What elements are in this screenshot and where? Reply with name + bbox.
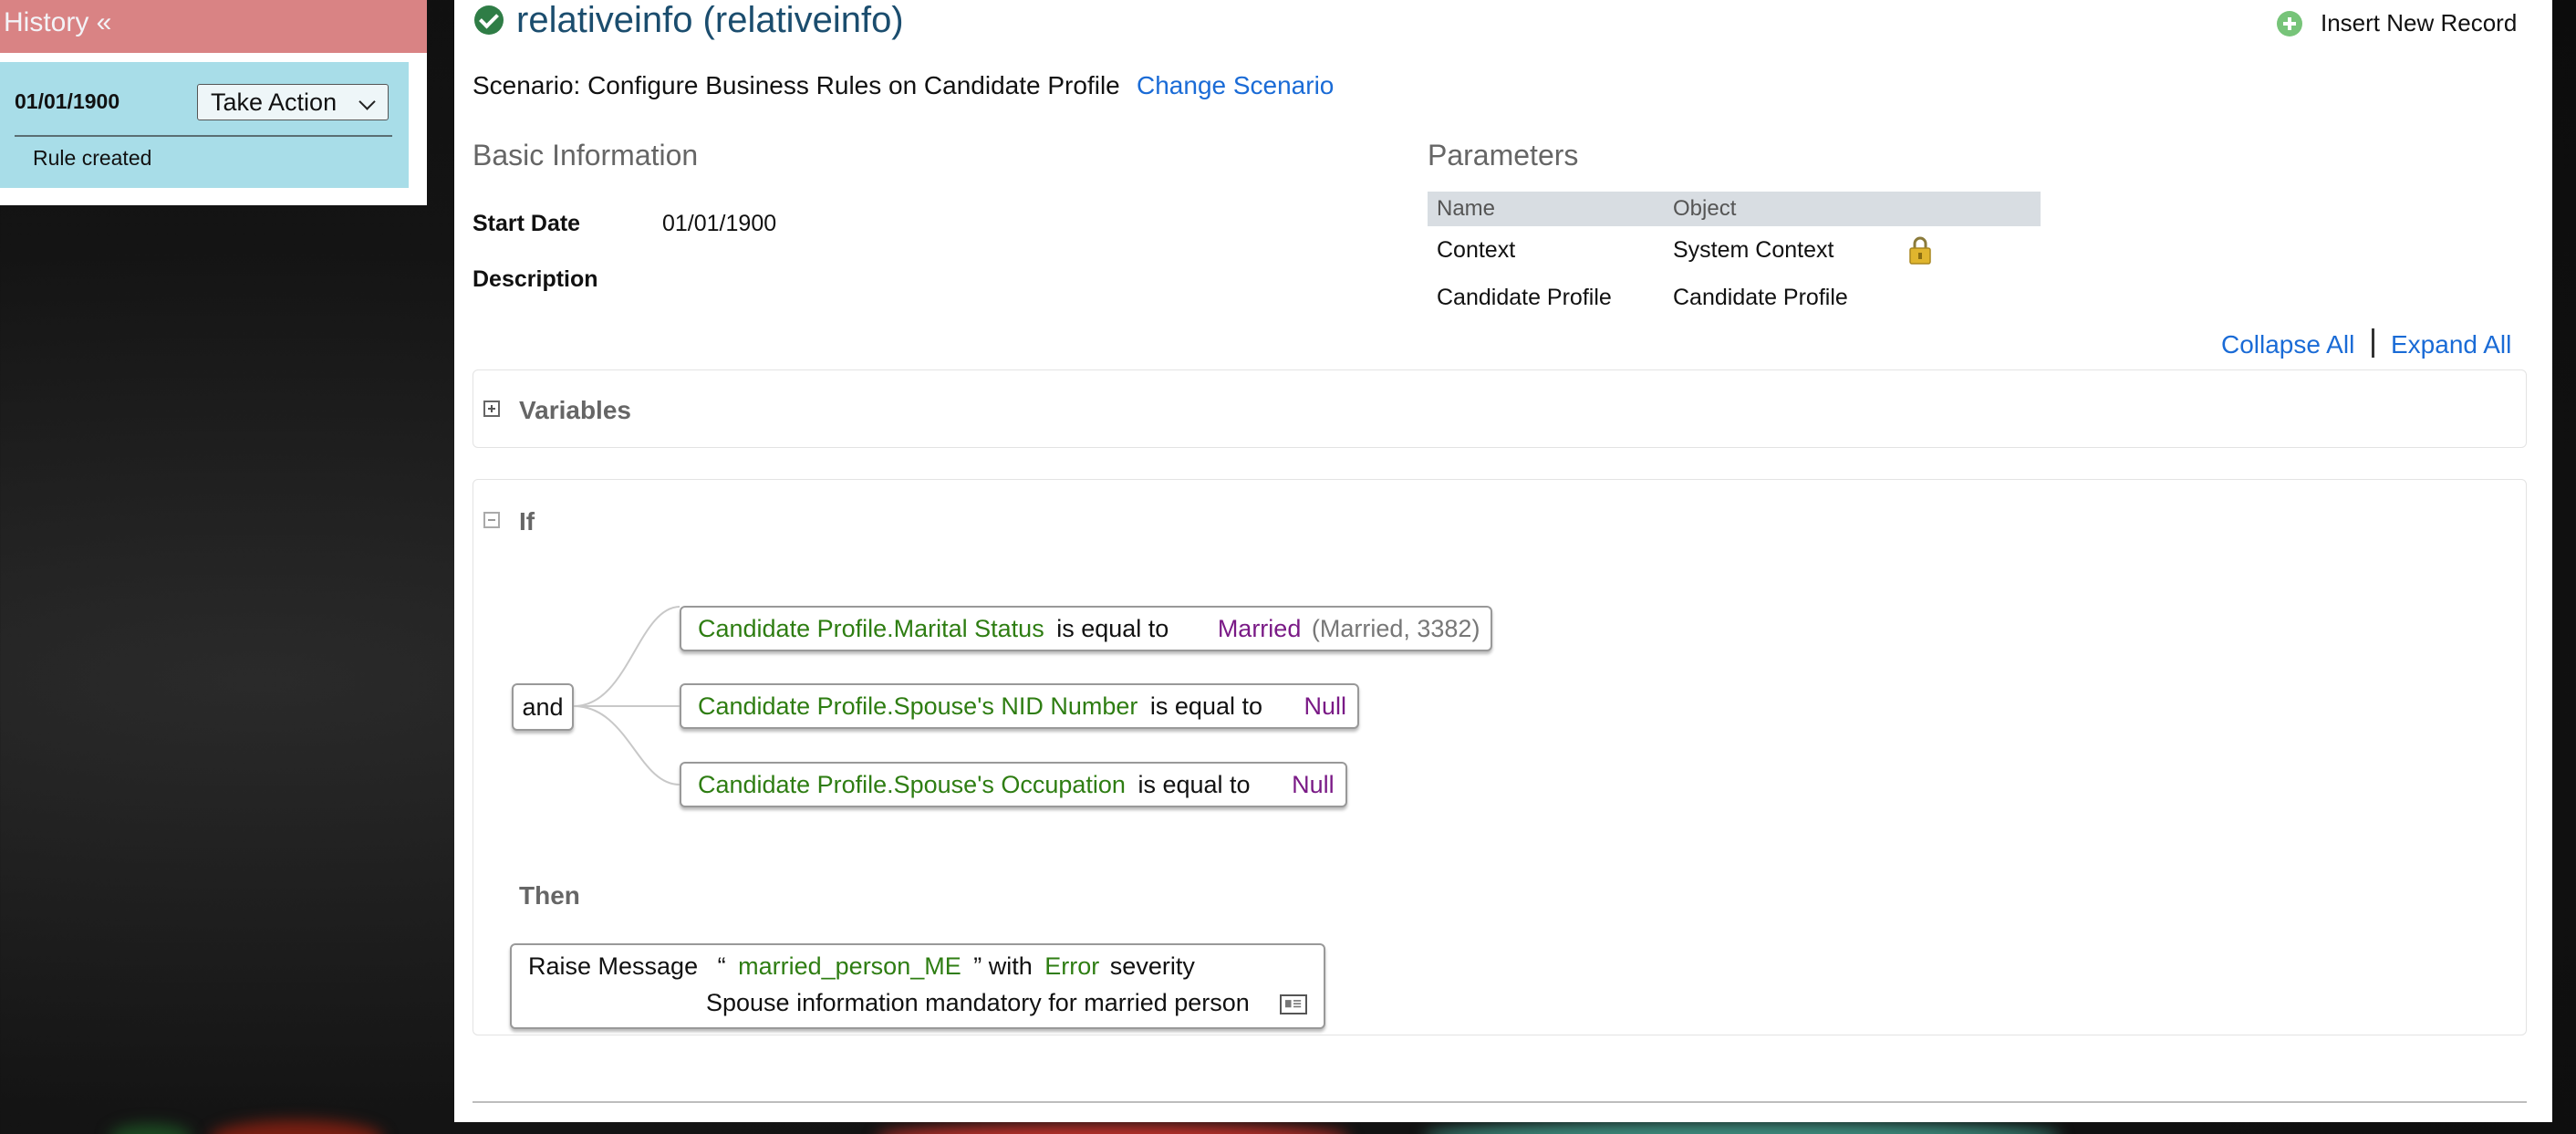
- condition-value-detail: (Married, 3382): [1311, 615, 1480, 642]
- open-quote: “: [717, 952, 726, 980]
- severity-value: Error: [1044, 952, 1100, 980]
- param-name: Context: [1437, 237, 1516, 263]
- param-object: Candidate Profile: [1673, 285, 1848, 310]
- condition-row[interactable]: Candidate Profile.Spouse's NID Number is…: [680, 683, 1360, 729]
- take-action-dropdown[interactable]: Take Action: [197, 84, 389, 120]
- column-header-name: Name: [1437, 196, 1496, 221]
- variables-section: Variables: [473, 369, 2527, 448]
- condition-value: Null: [1292, 771, 1335, 798]
- background-blur: [109, 1124, 192, 1134]
- chevron-down-icon: [358, 93, 376, 110]
- rule-detail-panel: relativeinfo (relativeinfo) Insert New R…: [454, 0, 2552, 1122]
- condition-connectors: [573, 606, 680, 785]
- raise-message-action[interactable]: Raise Message “ married_person_ME ” with…: [510, 943, 1325, 1029]
- history-entry-note: Rule created: [33, 146, 152, 170]
- history-panel: History « 01/01/1900 Take Action Rule cr…: [0, 0, 427, 205]
- scenario-text: Scenario: Configure Business Rules on Ca…: [473, 71, 1120, 99]
- severity-label: severity: [1109, 952, 1195, 980]
- message-details-icon[interactable]: [1280, 994, 1307, 1014]
- condition-operator: is equal to: [1137, 771, 1251, 798]
- action-type: Raise Message: [528, 952, 699, 980]
- condition-operator: is equal to: [1056, 615, 1169, 642]
- condition-field: Candidate Profile.Spouse's NID Number: [698, 692, 1138, 720]
- lock-icon: [1909, 236, 1931, 265]
- start-date-value: 01/01/1900: [662, 211, 777, 236]
- divider: [15, 135, 392, 137]
- change-scenario-link[interactable]: Change Scenario: [1137, 71, 1334, 100]
- background-blur: [876, 1124, 1350, 1134]
- take-action-label: Take Action: [211, 88, 338, 116]
- condition-field: Candidate Profile.Spouse's Occupation: [698, 771, 1126, 798]
- page-title: relativeinfo (relativeinfo): [516, 0, 904, 40]
- variables-title[interactable]: Variables: [519, 396, 631, 425]
- separator: [2372, 328, 2374, 358]
- history-entry: 01/01/1900 Take Action Rule created: [0, 62, 409, 188]
- insert-new-record-label: Insert New Record: [2321, 9, 2518, 36]
- with-text: ” with: [973, 952, 1033, 980]
- condition-row[interactable]: Candidate Profile.Spouse's Occupation is…: [680, 762, 1347, 807]
- condition-field: Candidate Profile.Marital Status: [698, 615, 1044, 642]
- parameters-table: Name Object Context System Context Candi…: [1428, 192, 2041, 321]
- description-label: Description: [473, 266, 598, 292]
- message-text: Spouse information mandatory for married…: [706, 989, 1250, 1016]
- background-blur: [1423, 1122, 2062, 1134]
- start-date-label: Start Date: [473, 211, 581, 236]
- condition-value: Null: [1304, 692, 1347, 720]
- logical-operator[interactable]: and: [512, 683, 574, 731]
- table-row: Candidate Profile Candidate Profile: [1428, 274, 2041, 321]
- then-title: Then: [519, 881, 580, 910]
- basic-information-heading: Basic Information: [473, 139, 699, 172]
- divider: [473, 1101, 2527, 1103]
- history-entry-date: 01/01/1900: [15, 89, 120, 113]
- check-circle-icon: [474, 5, 504, 35]
- condition-operator: is equal to: [1149, 692, 1262, 720]
- parameters-header-row: Name Object: [1428, 192, 2041, 226]
- parameters-heading: Parameters: [1428, 139, 1579, 172]
- background-blur: [210, 1120, 383, 1134]
- message-key: married_person_ME: [738, 952, 961, 980]
- column-header-object: Object: [1673, 196, 1737, 221]
- param-object: System Context: [1673, 237, 1834, 263]
- condition-value: Married: [1217, 615, 1302, 642]
- plus-circle-icon: [2277, 10, 2302, 36]
- history-header[interactable]: History «: [0, 0, 427, 53]
- if-then-section: If and Candidate Profile.Marital Status …: [473, 479, 2527, 1035]
- insert-new-record-button[interactable]: Insert New Record: [2277, 9, 2517, 37]
- history-title[interactable]: History «: [4, 7, 111, 38]
- param-name: Candidate Profile: [1437, 285, 1612, 310]
- expand-all-link[interactable]: Expand All: [2391, 330, 2511, 359]
- condition-row[interactable]: Candidate Profile.Marital Status is equa…: [680, 606, 1493, 651]
- expand-icon[interactable]: [483, 401, 500, 417]
- table-row: Context System Context: [1428, 226, 2041, 274]
- action-line: Raise Message “ married_person_ME ” with…: [528, 952, 1195, 981]
- collapse-all-link[interactable]: Collapse All: [2221, 330, 2354, 359]
